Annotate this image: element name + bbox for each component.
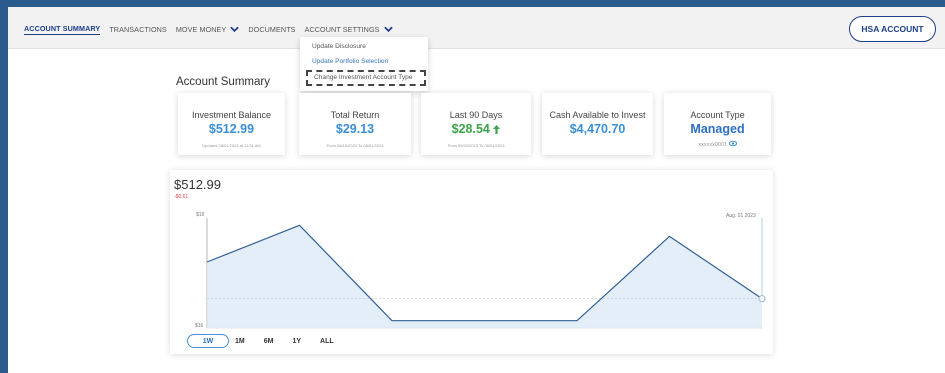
eye-icon[interactable] bbox=[728, 140, 737, 147]
nav-account-settings-label: ACCOUNT SETTINGS bbox=[304, 25, 380, 34]
card-note: Updated 08/01/2023 at 11:51 AM bbox=[202, 143, 261, 148]
range-1w-button[interactable]: 1W bbox=[187, 334, 229, 348]
chevron-down-icon bbox=[383, 26, 393, 33]
range-1m-button[interactable]: 1M bbox=[235, 338, 245, 345]
chart-area-fill bbox=[207, 225, 762, 328]
chart-current-point[interactable] bbox=[758, 295, 766, 303]
nav-transactions[interactable]: TRANSACTIONS bbox=[109, 25, 167, 34]
nav-account-settings[interactable]: ACCOUNT SETTINGS bbox=[305, 25, 393, 34]
card-label: Investment Balance bbox=[191, 110, 272, 120]
card-note: From 06/15/2023 To 08/01/2023 bbox=[326, 143, 384, 148]
card-value: $28.54 bbox=[421, 122, 531, 136]
nav-move-money[interactable]: MOVE MONEY bbox=[176, 25, 240, 34]
menu-item-change-account-type[interactable]: Change Investment Account Type bbox=[314, 74, 412, 81]
arrow-up-icon bbox=[493, 125, 501, 134]
card-label: Cash Available to Invest bbox=[549, 110, 646, 120]
card-value-text: $28.54 bbox=[451, 122, 490, 136]
card-label: Last 90 Days bbox=[449, 110, 503, 120]
card-total-return: Total Return $29.13 From 06/15/2023 To 0… bbox=[299, 93, 411, 155]
range-6m-button[interactable]: 6M bbox=[264, 338, 274, 345]
card-last-90-days: Last 90 Days $28.54 From 05/03/2023 To 0… bbox=[421, 93, 531, 155]
y-axis-bottom-label: $16 bbox=[195, 323, 204, 329]
balance-chart-panel: $512.99 -$0.61 $19 $16 Aug. 01 2023 1W 1… bbox=[170, 170, 773, 354]
card-label: Total Return bbox=[330, 110, 380, 120]
y-axis-top-label: $19 bbox=[196, 212, 205, 218]
nav-documents[interactable]: DOCUMENTS bbox=[248, 25, 295, 34]
menu-item-update-portfolio[interactable]: Update Portfolio Selection bbox=[312, 58, 388, 65]
nav-transactions-label: TRANSACTIONS bbox=[109, 25, 167, 34]
window-frame-top bbox=[0, 0, 945, 7]
account-settings-dropdown: Update Disclosure Update Portfolio Selec… bbox=[300, 37, 428, 91]
card-value: $512.99 bbox=[208, 122, 255, 136]
chevron-down-icon bbox=[230, 26, 240, 33]
card-value: $29.13 bbox=[335, 122, 375, 136]
range-all-button[interactable]: ALL bbox=[320, 338, 334, 345]
menu-item-update-disclosure[interactable]: Update Disclosure bbox=[312, 43, 366, 50]
card-label: Account Type bbox=[690, 110, 745, 120]
nav-account-summary[interactable]: ACCOUNT SUMMARY bbox=[24, 24, 101, 35]
hsa-account-button[interactable]: HSA ACCOUNT bbox=[849, 16, 936, 42]
card-cash-available: Cash Available to Invest $4,470.70 bbox=[542, 93, 653, 155]
nav-move-money-label: MOVE MONEY bbox=[175, 25, 227, 34]
nav-documents-label: DOCUMENTS bbox=[248, 25, 296, 34]
card-value: Managed bbox=[690, 122, 745, 136]
balance-chart: $19 $16 Aug. 01 2023 bbox=[195, 212, 766, 329]
account-number-masked: xxxxxx0001 bbox=[698, 142, 728, 148]
window-frame-left bbox=[0, 0, 8, 373]
time-range-selector: 1W 1M 6M 1Y ALL bbox=[187, 334, 353, 348]
top-navbar: ACCOUNT SUMMARY TRANSACTIONS MOVE MONEY … bbox=[8, 7, 945, 49]
nav-menu: ACCOUNT SUMMARY TRANSACTIONS MOVE MONEY … bbox=[24, 24, 393, 35]
page-title: Account Summary bbox=[176, 76, 270, 88]
card-value: $4,470.70 bbox=[569, 122, 626, 136]
card-investment-balance: Investment Balance $512.99 Updated 08/01… bbox=[178, 93, 285, 155]
card-note: xxxxxx0001 bbox=[664, 140, 771, 148]
card-note: From 05/03/2023 To 08/01/2023 bbox=[447, 143, 505, 148]
nav-account-summary-label: ACCOUNT SUMMARY bbox=[24, 24, 101, 33]
card-account-type: Account Type Managed xxxxxx0001 bbox=[664, 93, 771, 155]
range-1y-button[interactable]: 1Y bbox=[292, 338, 301, 345]
current-date-label: Aug. 01 2023 bbox=[726, 213, 756, 219]
